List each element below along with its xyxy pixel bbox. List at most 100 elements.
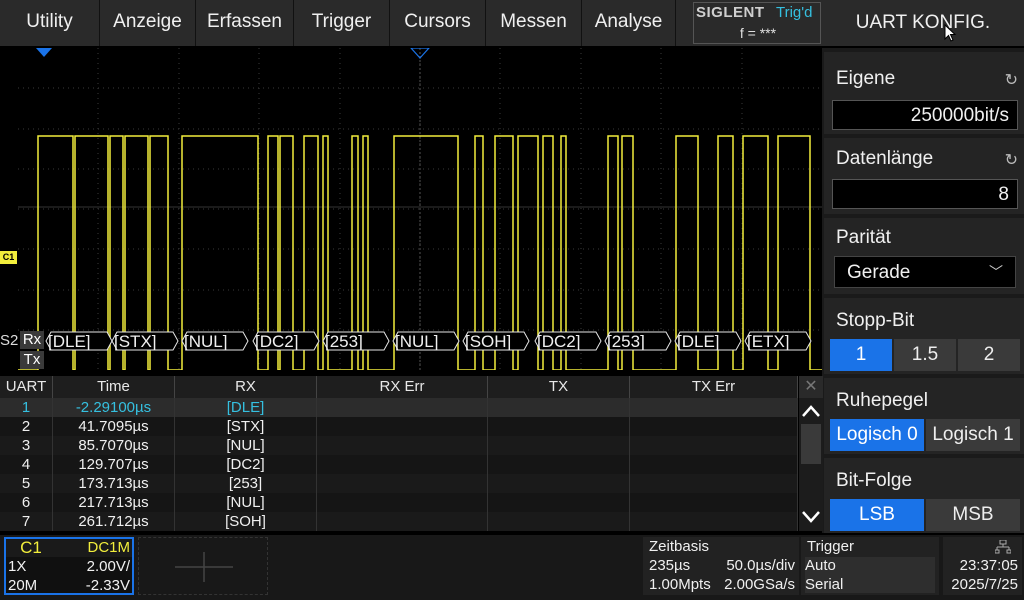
menu-trigger[interactable]: Trigger — [294, 0, 390, 46]
table-cell — [317, 474, 488, 493]
table-cell — [317, 455, 488, 474]
trigger-mode: Auto — [805, 557, 836, 574]
parity-select[interactable]: Gerade ﹀ — [834, 256, 1016, 288]
trigger-info[interactable]: Trigger Auto Serial — [801, 537, 939, 595]
table-cell: 1 — [0, 398, 53, 417]
menu-cursors[interactable]: Cursors — [390, 0, 486, 46]
col-header-time[interactable]: Time — [53, 376, 175, 398]
reset-icon[interactable]: ↻ — [1005, 70, 1018, 90]
table-cell: 217.713µs — [53, 493, 175, 512]
table-row[interactable]: 4 129.707µs [DC2] — [0, 455, 798, 474]
table-cell — [630, 455, 798, 474]
scroll-up-icon[interactable] — [801, 404, 821, 418]
channel1-info[interactable]: C1 DC1M 1X 2.00V/ 20M -2.33V — [4, 537, 134, 595]
table-row[interactable]: 5 173.713µs [253] — [0, 474, 798, 493]
table-row[interactable]: 6 217.713µs [NUL] — [0, 493, 798, 512]
table-cell: [SOH] — [175, 512, 317, 531]
table-cell: 7 — [0, 512, 53, 531]
table-cell — [630, 474, 798, 493]
plus-icon — [175, 552, 233, 582]
table-cell — [488, 436, 630, 455]
idle-logic0-button[interactable]: Logisch 0 — [830, 419, 924, 451]
scroll-down-icon[interactable] — [801, 510, 821, 524]
table-cell: [DC2] — [175, 455, 317, 474]
frequency-readout: f = *** — [739, 25, 777, 41]
parity-value: Gerade — [847, 262, 911, 283]
timebase-delay: 235µs — [649, 557, 691, 574]
trigger-delay-marker-icon — [410, 48, 430, 59]
trigger-status-box: SIGLENT Trig'd f = *** — [693, 2, 821, 44]
datalen-label: Datenlänge — [836, 148, 934, 169]
trigger-status: Trig'd — [776, 4, 813, 21]
table-cell: [NUL] — [175, 493, 317, 512]
table-cell — [488, 512, 630, 531]
bitorder-lsb-button[interactable]: LSB — [830, 499, 924, 531]
table-row[interactable]: 3 85.7070µs [NUL] — [0, 436, 798, 455]
idle-logic1-button[interactable]: Logisch 1 — [926, 419, 1020, 451]
chevron-down-icon: ﹀ — [989, 264, 1003, 280]
reset-icon[interactable]: ↻ — [1005, 150, 1018, 170]
waveform-display[interactable] — [18, 48, 822, 370]
table-cell — [630, 436, 798, 455]
table-cell — [630, 417, 798, 436]
stopbit-1-button[interactable]: 1 — [830, 339, 892, 371]
timebase-info[interactable]: Zeitbasis 235µs 50.0µs/div 1.00Mpts 2.00… — [643, 537, 799, 595]
clock-date: 2025/7/25 — [951, 576, 1018, 593]
datalen-input[interactable]: 8 — [832, 179, 1018, 209]
scroll-thumb[interactable] — [801, 424, 821, 464]
table-cell — [630, 493, 798, 512]
table-cell: [DLE] — [175, 398, 317, 417]
table-cell: 5 — [0, 474, 53, 493]
timebase-scale: 50.0µs/div — [726, 557, 795, 574]
memory-depth: 1.00Mpts — [649, 576, 711, 593]
sample-rate: 2.00GSa/s — [724, 576, 795, 593]
channel1-bandwidth: 20M — [8, 577, 38, 594]
trigger-type: Serial — [805, 576, 844, 593]
table-cell: 2 — [0, 417, 53, 436]
table-cell — [488, 493, 630, 512]
col-header-tx[interactable]: TX — [488, 376, 630, 398]
trigger-position-marker-icon — [36, 48, 52, 57]
menu-measure[interactable]: Messen — [486, 0, 582, 46]
table-cell — [317, 417, 488, 436]
stopbit-1-5-button[interactable]: 1.5 — [894, 339, 956, 371]
table-cell: -2.29100µs — [53, 398, 175, 417]
datalen-section: Datenlänge ↻ 8 — [824, 138, 1024, 214]
tx-label: Tx — [20, 351, 44, 369]
table-cell — [317, 398, 488, 417]
table-row[interactable]: 1 -2.29100µs [DLE] — [0, 398, 798, 417]
menu-acquire[interactable]: Erfassen — [196, 0, 294, 46]
col-header-tx-err[interactable]: TX Err — [630, 376, 798, 398]
channel1-offset: -2.33V — [85, 577, 130, 594]
table-scrollbar[interactable]: ✕ — [799, 376, 823, 531]
bitorder-msb-button[interactable]: MSB — [926, 499, 1020, 531]
channel1-coupling: DC1M — [56, 539, 132, 557]
channel1-level-marker[interactable]: C1 — [0, 251, 17, 264]
table-cell: [NUL] — [175, 436, 317, 455]
table-cell: 4 — [0, 455, 53, 474]
col-header-rx[interactable]: RX — [175, 376, 317, 398]
table-cell: [253] — [175, 474, 317, 493]
baud-input[interactable]: 250000bit/s — [832, 100, 1018, 130]
menu-display[interactable]: Anzeige — [100, 0, 196, 46]
add-channel-slot[interactable] — [138, 537, 268, 595]
bitorder-section: Bit-Folge LSB MSB — [824, 458, 1024, 533]
idle-label: Ruhepegel — [836, 390, 928, 411]
menu-utility[interactable]: Utility — [0, 0, 100, 46]
table-row[interactable]: 7 261.712µs [SOH] — [0, 512, 798, 531]
stopbit-2-button[interactable]: 2 — [958, 339, 1020, 371]
menu-analysis[interactable]: Analyse — [582, 0, 676, 46]
bitorder-label: Bit-Folge — [836, 470, 913, 491]
channel1-scale: 2.00V/ — [86, 558, 130, 575]
parity-label: Parität — [836, 227, 891, 248]
table-row[interactable]: 2 41.7095µs [STX] — [0, 417, 798, 436]
channel1-probe: 1X — [8, 558, 27, 575]
close-icon[interactable]: ✕ — [799, 376, 823, 398]
decode-table: UART Time RX RX Err TX TX Err 1 -2.29100µ… — [0, 376, 798, 531]
rx-label: Rx — [20, 331, 44, 349]
clock-time: 23:37:05 — [959, 557, 1018, 574]
table-cell — [488, 455, 630, 474]
baud-section: Eigene ↻ 250000bit/s — [824, 52, 1024, 134]
col-header-rx-err[interactable]: RX Err — [317, 376, 488, 398]
col-header-uart[interactable]: UART — [0, 376, 53, 398]
